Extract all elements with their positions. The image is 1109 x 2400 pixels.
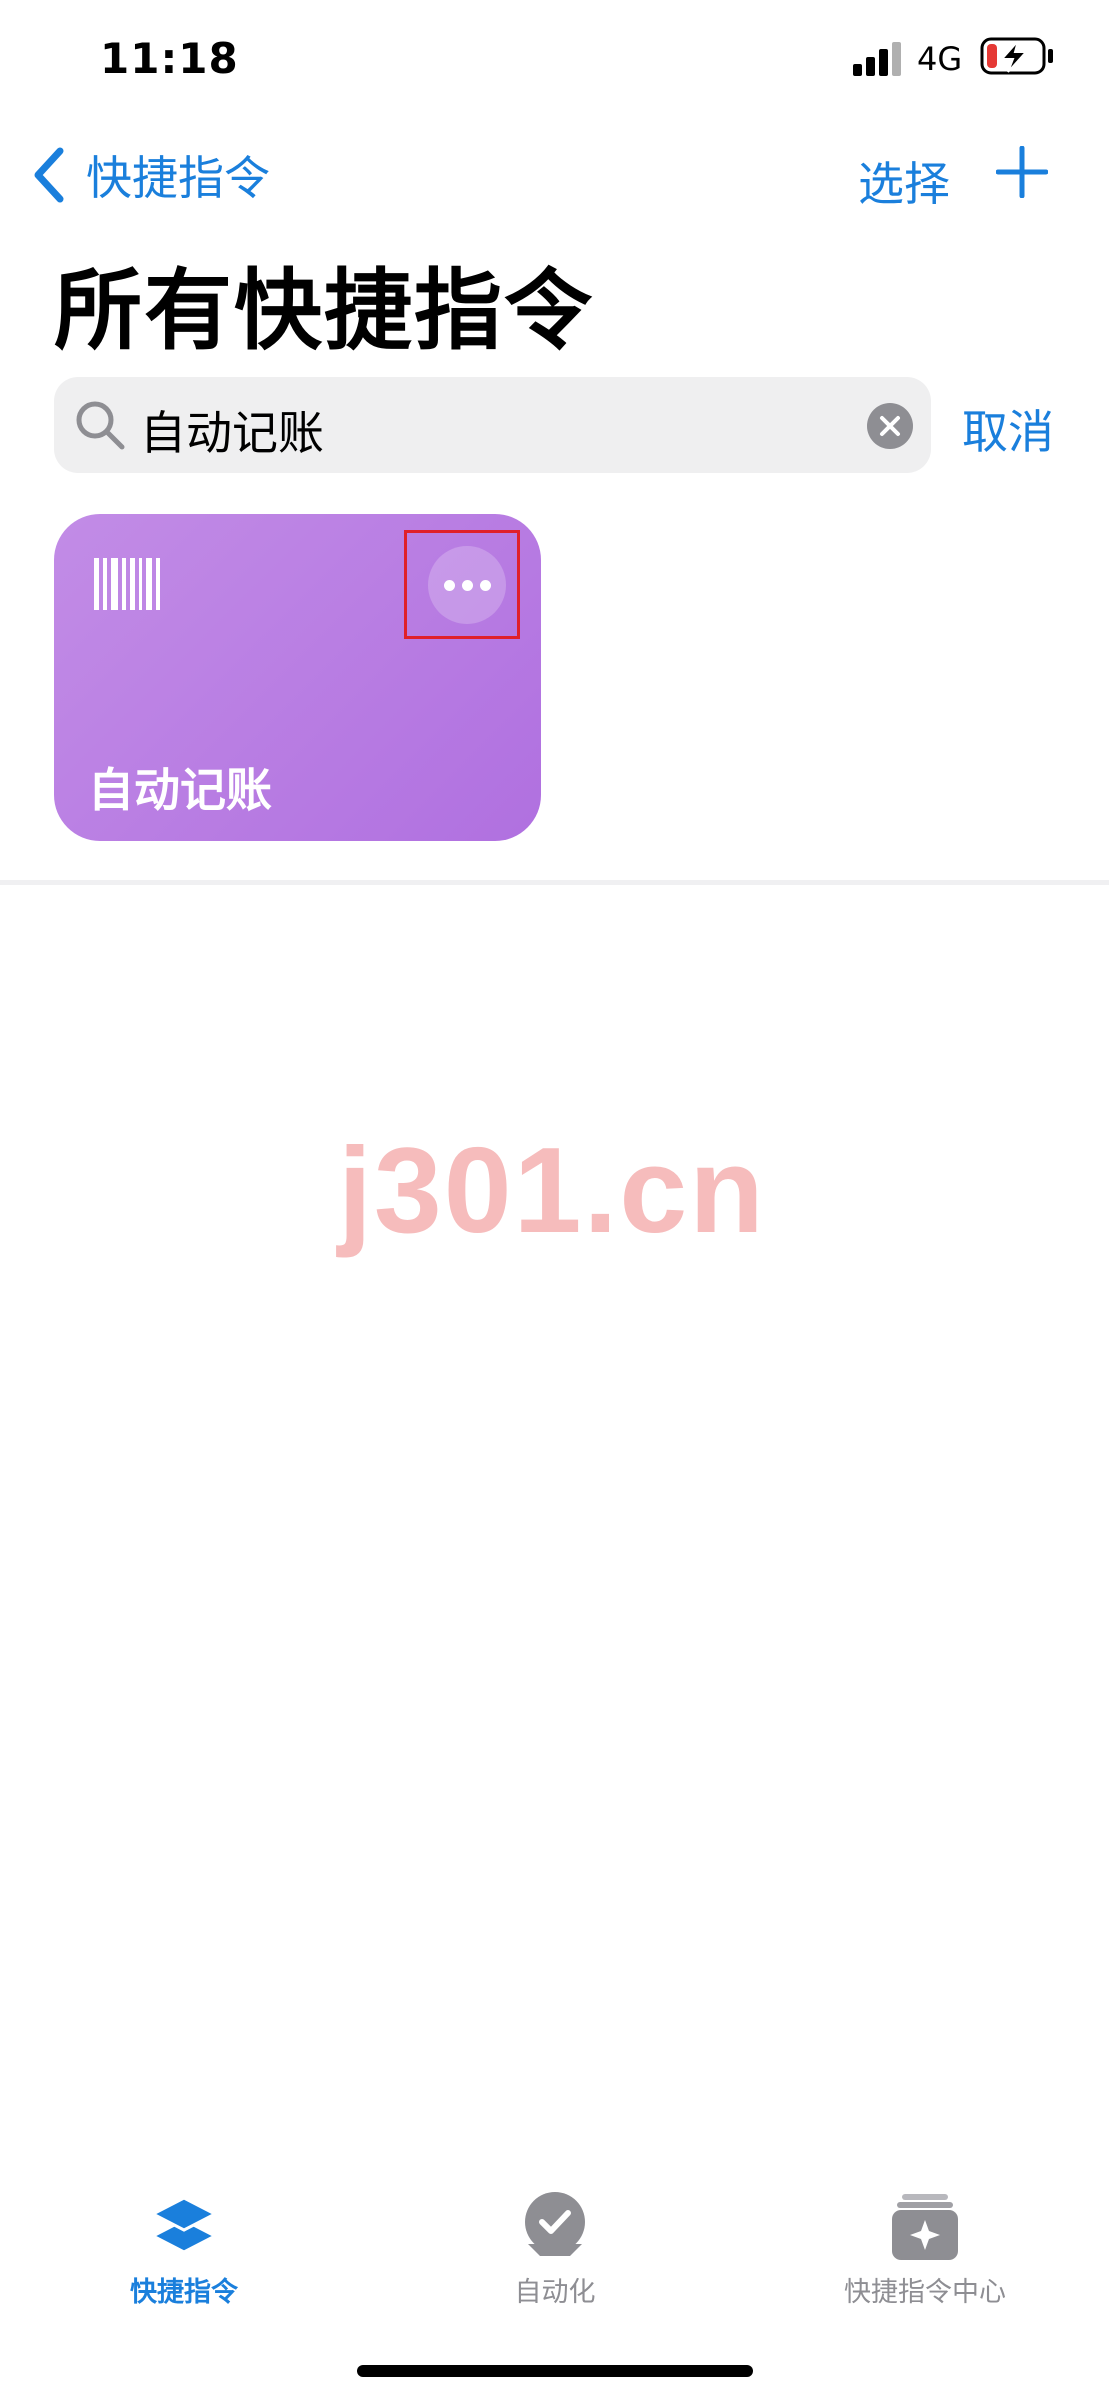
clear-x-icon [880, 416, 900, 436]
watermark: j301.cn [338, 1122, 766, 1258]
search-icon [76, 401, 125, 450]
cancel-search-button[interactable]: 取消 [962, 396, 1054, 462]
tab-label: 快捷指令 [130, 2277, 238, 2308]
back-label: 快捷指令 [86, 151, 270, 205]
page-title: 所有快捷指令 [54, 259, 595, 362]
shortcut-title: 自动记账 [88, 763, 272, 817]
home-indicator[interactable] [357, 2365, 753, 2377]
tab-label: 自动化 [514, 2277, 596, 2308]
section-divider [0, 880, 1109, 885]
plus-icon[interactable] [996, 146, 1048, 198]
network-type: 4G [917, 40, 963, 78]
tab-label: 快捷指令中心 [844, 2277, 1006, 2308]
clock-check-icon [525, 2192, 585, 2256]
status-time: 11:18 [100, 34, 239, 83]
select-button[interactable]: 选择 [858, 148, 950, 214]
chevron-left-icon [34, 147, 64, 203]
barcode-icon [94, 558, 160, 610]
back-button[interactable]: 快捷指令 [30, 140, 270, 210]
layers-icon [149, 2196, 219, 2254]
cellular-signal-icon [853, 42, 901, 76]
clear-search-button[interactable] [867, 403, 913, 449]
gallery-sparkle-icon [892, 2194, 958, 2260]
search-field[interactable]: 自动记账 [54, 377, 931, 473]
tab-gallery[interactable]: 快捷指令中心 [830, 2190, 1020, 2309]
search-input-value[interactable]: 自动记账 [140, 397, 324, 463]
tab-shortcuts[interactable]: 快捷指令 [114, 2190, 254, 2309]
shortcuts-screen: 11:18 4G 快捷指令 选择 所有快捷指令 自动记账 取消 自动记账 j30… [0, 0, 1109, 2400]
annotation-highlight-box [404, 530, 520, 639]
battery-charging-icon [980, 37, 1053, 75]
tab-automation[interactable]: 自动化 [500, 2190, 610, 2309]
